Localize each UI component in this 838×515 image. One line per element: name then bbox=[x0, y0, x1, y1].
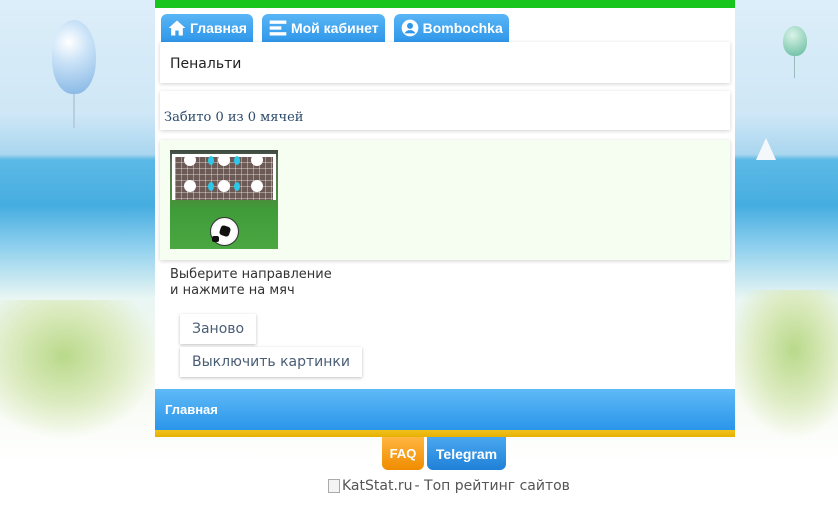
faq-button[interactable]: FAQ bbox=[382, 437, 424, 470]
tab-home[interactable]: Главная bbox=[161, 14, 253, 42]
nav-tabs: Главная Мой кабинет Bombochka bbox=[161, 14, 509, 42]
drop-icon bbox=[208, 182, 214, 191]
drop-icon bbox=[234, 182, 240, 191]
balloon-string bbox=[73, 94, 75, 128]
instruction-line: Выберите направление bbox=[170, 267, 332, 282]
tab-label: Главная bbox=[190, 20, 247, 36]
katstat-text: - Топ рейтинг сайтов bbox=[414, 478, 570, 494]
target-bottom-left[interactable] bbox=[184, 180, 196, 192]
tab-profile[interactable]: Bombochka bbox=[393, 14, 509, 42]
telegram-button[interactable]: Telegram bbox=[427, 437, 506, 470]
tab-label: Bombochka bbox=[422, 20, 503, 36]
menu-icon bbox=[269, 20, 287, 36]
disable-images-button[interactable]: Выключить картинки bbox=[180, 347, 362, 377]
top-bar bbox=[155, 0, 735, 8]
tab-cabinet[interactable]: Мой кабинет bbox=[261, 14, 385, 42]
sailboat-icon bbox=[756, 138, 776, 160]
target-top-right[interactable] bbox=[251, 154, 263, 166]
score-text: Забито 0 из 0 мячей bbox=[164, 110, 304, 125]
katstat-link[interactable]: KatStat.ru - Топ рейтинг сайтов bbox=[328, 478, 570, 494]
grass-right bbox=[728, 290, 838, 440]
home-icon bbox=[168, 20, 186, 36]
katstat-alt: KatStat.ru bbox=[342, 478, 413, 494]
footer-home-link[interactable]: Главная bbox=[165, 402, 218, 417]
main-column: Главная Мой кабинет Bombochka Пенальти З… bbox=[155, 0, 735, 437]
drop-icon bbox=[208, 156, 214, 165]
green-balloon-icon bbox=[783, 26, 807, 56]
instruction-line: и нажмите на мяч bbox=[170, 283, 295, 298]
restart-button[interactable]: Заново bbox=[180, 314, 257, 344]
target-top-left[interactable] bbox=[184, 154, 196, 166]
soccer-ball-icon[interactable] bbox=[210, 217, 239, 246]
score-panel: Забито 0 из 0 мячей bbox=[160, 91, 730, 130]
target-bottom-right[interactable] bbox=[251, 180, 263, 192]
user-circle-icon bbox=[401, 19, 418, 37]
grass-left bbox=[0, 300, 160, 440]
instructions: Выберите направление и нажмите на мяч bbox=[170, 267, 332, 299]
tab-label: Мой кабинет bbox=[290, 20, 379, 36]
target-top-center[interactable] bbox=[218, 154, 230, 166]
balloon-string bbox=[794, 56, 795, 78]
broken-image-icon bbox=[328, 479, 340, 493]
footer-nav: Главная bbox=[155, 389, 735, 430]
page-title: Пенальти bbox=[160, 42, 730, 83]
game-panel bbox=[160, 140, 730, 260]
target-bottom-center[interactable] bbox=[218, 180, 230, 192]
penalty-game-field bbox=[170, 150, 278, 249]
footer-accent-bar bbox=[155, 430, 735, 437]
blue-balloon-icon bbox=[52, 20, 96, 94]
drop-icon bbox=[234, 156, 240, 165]
